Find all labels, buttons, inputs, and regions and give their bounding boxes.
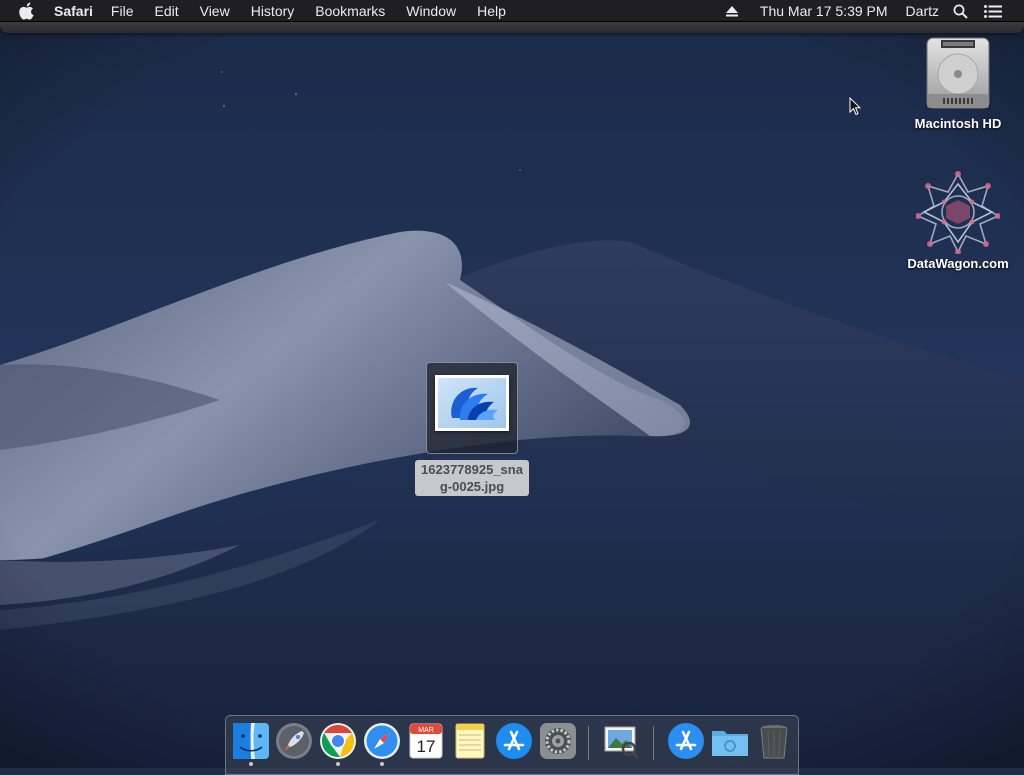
file-name-label[interactable]: 1623778925_snag-0025.jpg <box>415 460 529 496</box>
menu-help[interactable]: Help <box>477 0 506 22</box>
safari-icon <box>364 723 400 759</box>
menu-clock[interactable]: Thu Mar 17 5:39 PM <box>760 0 888 22</box>
finder-icon <box>233 723 269 759</box>
dock-item-safari[interactable] <box>362 721 402 761</box>
menu-file[interactable]: File <box>111 0 134 22</box>
dock: MAR 17 <box>225 715 799 775</box>
dock-item-launchpad[interactable] <box>274 721 314 761</box>
menu-app-name[interactable]: Safari <box>54 0 93 22</box>
menu-user-name[interactable]: Dartz <box>906 0 939 22</box>
dock-item-app-store[interactable] <box>494 721 534 761</box>
desktop-icon-label: DataWagon.com <box>907 256 1009 271</box>
menu-view[interactable]: View <box>200 0 230 22</box>
hard-drive-icon <box>926 37 990 109</box>
apple-logo-icon[interactable] <box>19 2 37 20</box>
menu-edit[interactable]: Edit <box>154 0 178 22</box>
dock-separator <box>653 726 654 760</box>
dock-item-trash[interactable] <box>754 721 794 761</box>
desktop-icon-label: Macintosh HD <box>914 116 1002 131</box>
desktop-icon-macintosh-hd[interactable]: Macintosh HD <box>908 34 1008 131</box>
running-indicator <box>380 762 384 766</box>
menu-history[interactable]: History <box>251 0 295 22</box>
trash-icon <box>760 725 788 759</box>
notification-center-icon[interactable] <box>984 4 1002 18</box>
calendar-day: 17 <box>417 737 436 756</box>
dock-item-downloads[interactable] <box>710 721 750 761</box>
spotlight-search-icon[interactable] <box>953 4 968 19</box>
applications-folder-icon <box>668 723 704 759</box>
calendar-icon: MAR 17 <box>409 723 443 759</box>
preview-icon <box>604 726 640 760</box>
menu-bookmarks[interactable]: Bookmarks <box>315 0 385 22</box>
launchpad-icon <box>276 723 312 759</box>
file-selection-frame <box>426 362 518 454</box>
dock-item-preview[interactable] <box>601 721 641 761</box>
downloads-folder-icon <box>712 731 748 756</box>
dock-separator <box>588 726 589 760</box>
dock-item-applications[interactable] <box>666 721 706 761</box>
image-thumbnail-icon <box>435 375 509 431</box>
eject-icon[interactable] <box>725 5 738 17</box>
running-indicator <box>336 762 340 766</box>
desktop-file-selected[interactable]: 1623778925_snag-0025.jpg <box>412 362 532 496</box>
menu-window[interactable]: Window <box>406 0 456 22</box>
desktop-icon-datawagon[interactable]: DataWagon.com <box>900 170 1016 271</box>
dock-item-calendar[interactable]: MAR 17 <box>406 721 446 761</box>
app-store-icon <box>496 723 532 759</box>
system-preferences-icon <box>540 723 576 759</box>
chrome-icon <box>320 723 356 759</box>
notes-icon <box>455 723 485 759</box>
dock-item-chrome[interactable] <box>318 721 358 761</box>
network-volume-icon <box>916 171 1000 254</box>
dock-item-finder[interactable] <box>231 721 271 761</box>
dock-item-system-preferences[interactable] <box>538 721 578 761</box>
dock-item-notes[interactable] <box>450 721 490 761</box>
menu-bar: Safari File Edit View History Bookmarks … <box>0 0 1024 22</box>
mouse-cursor-icon <box>849 97 861 116</box>
calendar-month: MAR <box>418 727 434 734</box>
running-indicator <box>249 762 253 766</box>
menu-extras: Thu Mar 17 5:39 PM Dartz <box>725 0 1024 22</box>
window-titlebar-edge <box>0 22 1024 33</box>
